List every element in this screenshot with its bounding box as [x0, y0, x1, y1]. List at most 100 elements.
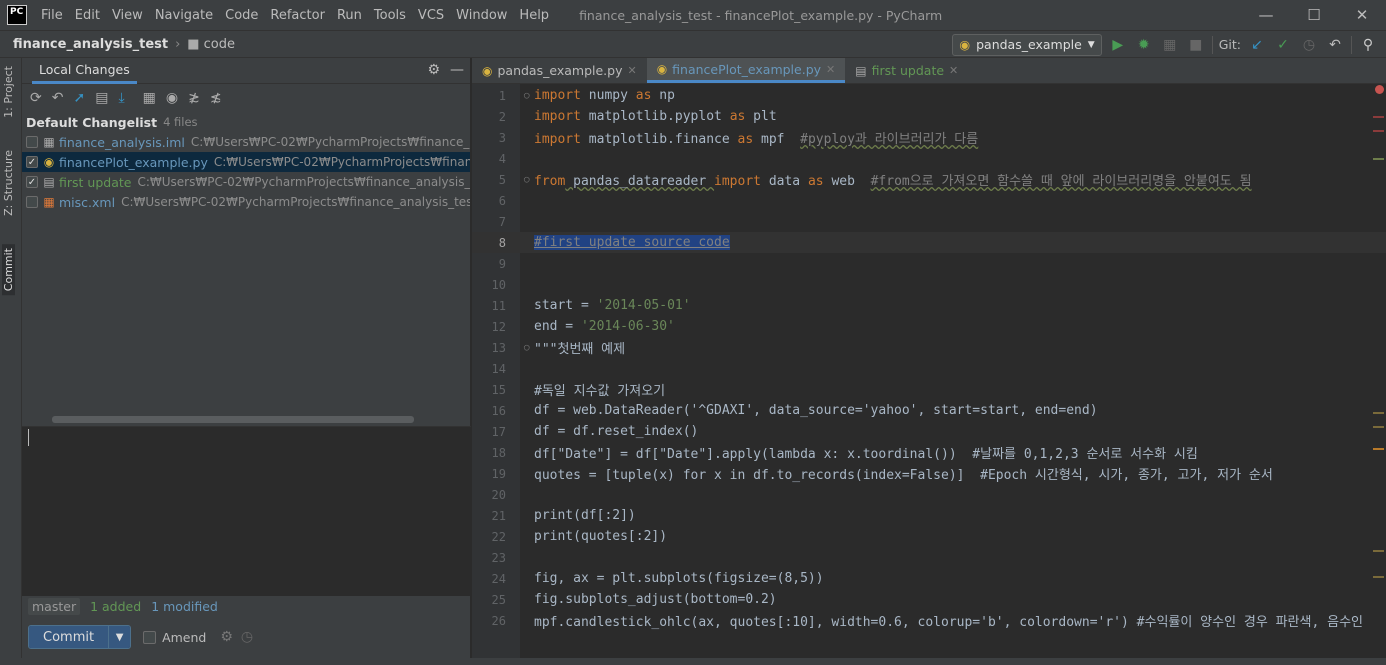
- code-line[interactable]: 3 import matplotlib.finance as mpf #pyplo…: [472, 127, 1386, 148]
- breadcrumb-project[interactable]: finance_analysis_test: [13, 37, 168, 52]
- menu-navigate[interactable]: Navigate: [149, 8, 219, 23]
- menu-vcs[interactable]: VCS: [412, 8, 450, 23]
- menu-run[interactable]: Run: [331, 8, 368, 23]
- file-checkbox[interactable]: ✓: [26, 156, 38, 168]
- code-line[interactable]: 2 import matplotlib.pyplot as plt: [472, 106, 1386, 127]
- fold-icon[interactable]: ◯: [524, 91, 529, 101]
- run-icon[interactable]: ▶: [1108, 35, 1128, 55]
- rollback-icon[interactable]: ↶: [52, 90, 64, 106]
- file-checkbox[interactable]: ✓: [26, 176, 38, 188]
- maximize-window-icon[interactable]: ☐: [1290, 0, 1338, 30]
- coverage-icon[interactable]: ▦: [1160, 35, 1180, 55]
- minimize-window-icon[interactable]: —: [1242, 0, 1290, 30]
- code-line[interactable]: 16 df = web.DataReader('^GDAXI', data_sou…: [472, 400, 1386, 421]
- code-line[interactable]: 6: [472, 190, 1386, 211]
- list-item[interactable]: ▦ finance_analysis.iml C:₩Users₩PC-02₩Py…: [22, 132, 470, 152]
- code-line[interactable]: 13 ◯ """첫번째 예제: [472, 337, 1386, 358]
- menu-window[interactable]: Window: [450, 8, 513, 23]
- code-line[interactable]: 19 quotes = [tuple(x) for x in df.to_reco…: [472, 463, 1386, 484]
- commit-tool-tab[interactable]: Commit: [2, 244, 15, 296]
- eye-icon[interactable]: ◉: [166, 90, 178, 106]
- code-line[interactable]: 5 ◯ from pandas_datareader import data as …: [472, 169, 1386, 190]
- tab-financeplot-example[interactable]: ◉ financePlot_example.py ✕: [646, 58, 846, 83]
- branch-badge[interactable]: master: [28, 598, 81, 615]
- refresh-icon[interactable]: ⟳: [30, 90, 42, 106]
- fold-icon[interactable]: ◯: [524, 175, 529, 185]
- code-line[interactable]: 23: [472, 547, 1386, 568]
- close-icon[interactable]: ✕: [949, 64, 958, 77]
- chevron-down-icon[interactable]: ▼: [108, 626, 131, 648]
- amend-checkbox[interactable]: [143, 630, 157, 644]
- vertical-scrollbar[interactable]: [1372, 84, 1386, 658]
- close-window-icon[interactable]: ✕: [1338, 0, 1386, 30]
- code-line-current[interactable]: 8 #first update source code: [472, 232, 1386, 253]
- code-line[interactable]: 9: [472, 253, 1386, 274]
- shelve-icon[interactable]: ⤓: [118, 90, 124, 106]
- code-line[interactable]: 22 print(quotes[:2]): [472, 526, 1386, 547]
- commit-button[interactable]: Commit: [29, 626, 109, 648]
- tab-local-changes[interactable]: Local Changes: [32, 58, 137, 84]
- project-tool-tab[interactable]: 1: Project: [2, 66, 15, 118]
- expand-all-icon[interactable]: ≵: [188, 90, 200, 106]
- list-item[interactable]: ✓ ◉ financePlot_example.py C:₩Users₩PC-0…: [22, 152, 470, 172]
- code-line[interactable]: 10: [472, 274, 1386, 295]
- code-line[interactable]: 21 print(df[:2]): [472, 505, 1386, 526]
- close-icon[interactable]: ✕: [627, 64, 636, 77]
- changelist-icon[interactable]: ▤: [95, 90, 108, 106]
- history-icon[interactable]: ◷: [1299, 35, 1319, 55]
- tab-first-update[interactable]: ▤ first update ✕: [845, 58, 968, 83]
- code-line[interactable]: 1 ◯ import numpy as np: [472, 85, 1386, 106]
- python-icon: ◉: [959, 37, 971, 52]
- code-text: start = '2014-05-01': [534, 298, 691, 313]
- breadcrumb-folder[interactable]: code: [204, 37, 235, 52]
- code-line[interactable]: 26 mpf.candlestick_ohlc(ax, quotes[:10], …: [472, 610, 1386, 631]
- git-commit-icon[interactable]: ✓: [1273, 35, 1293, 55]
- stop-icon[interactable]: ■: [1186, 35, 1206, 55]
- menu-view[interactable]: View: [106, 8, 149, 23]
- code-line[interactable]: 25 fig.subplots_adjust(bottom=0.2): [472, 589, 1386, 610]
- code-line[interactable]: 12 end = '2014-06-30': [472, 316, 1386, 337]
- debug-icon[interactable]: ✹: [1134, 35, 1154, 55]
- gear-icon[interactable]: ⚙: [220, 629, 233, 645]
- changelist-header[interactable]: Default Changelist 4 files: [22, 112, 470, 132]
- code-line[interactable]: 24 fig, ax = plt.subplots(figsize=(8,5)): [472, 568, 1386, 589]
- close-icon[interactable]: ✕: [826, 63, 835, 76]
- menu-code[interactable]: Code: [219, 8, 264, 23]
- minimize-icon[interactable]: —: [450, 62, 464, 78]
- menu-refactor[interactable]: Refactor: [264, 8, 331, 23]
- gear-icon[interactable]: ⚙: [427, 62, 440, 78]
- horizontal-scrollbar[interactable]: [52, 416, 414, 423]
- collapse-all-icon[interactable]: ≴: [210, 90, 222, 106]
- git-update-icon[interactable]: ↙: [1247, 35, 1267, 55]
- menu-file[interactable]: File: [35, 8, 69, 23]
- structure-tool-tab[interactable]: Z: Structure: [2, 150, 15, 216]
- code-line[interactable]: 7: [472, 211, 1386, 232]
- file-checkbox[interactable]: [26, 136, 38, 148]
- run-config-selector[interactable]: ◉ pandas_example ▼: [952, 33, 1102, 56]
- line-number: 15: [491, 382, 506, 397]
- code-line[interactable]: 17 df = df.reset_index(): [472, 421, 1386, 442]
- list-item[interactable]: ✓ ▤ first update C:₩Users₩PC-02₩PycharmP…: [22, 172, 470, 192]
- clock-icon[interactable]: ◷: [241, 629, 253, 645]
- code-line[interactable]: 14: [472, 358, 1386, 379]
- tab-pandas-example[interactable]: ◉ pandas_example.py ✕: [472, 58, 647, 83]
- code-line[interactable]: 15 #독일 지수값 가져오기: [472, 379, 1386, 400]
- amend-toggle[interactable]: Amend: [143, 630, 206, 645]
- search-icon[interactable]: ⚲: [1358, 35, 1378, 55]
- code-line[interactable]: 11 start = '2014-05-01': [472, 295, 1386, 316]
- python-file-icon: ◉: [43, 155, 55, 169]
- list-item[interactable]: ▦ misc.xml C:₩Users₩PC-02₩PycharmProject…: [22, 192, 470, 212]
- file-checkbox[interactable]: [26, 196, 38, 208]
- code-editor[interactable]: 1 ◯ import numpy as np 2 import matplotlib.…: [472, 84, 1386, 658]
- menu-edit[interactable]: Edit: [69, 8, 106, 23]
- menu-tools[interactable]: Tools: [368, 8, 412, 23]
- fold-icon[interactable]: ◯: [524, 343, 529, 353]
- code-line[interactable]: 20: [472, 484, 1386, 505]
- code-line[interactable]: 4: [472, 148, 1386, 169]
- code-line[interactable]: 18 df["Date"] = df["Date"].apply(lambda x…: [472, 442, 1386, 463]
- rollback-icon[interactable]: ↶: [1325, 35, 1345, 55]
- commit-message-input[interactable]: [22, 426, 471, 596]
- group-by-icon[interactable]: ▦: [143, 90, 156, 106]
- diff-icon[interactable]: ➚: [73, 90, 85, 106]
- menu-help[interactable]: Help: [513, 8, 555, 23]
